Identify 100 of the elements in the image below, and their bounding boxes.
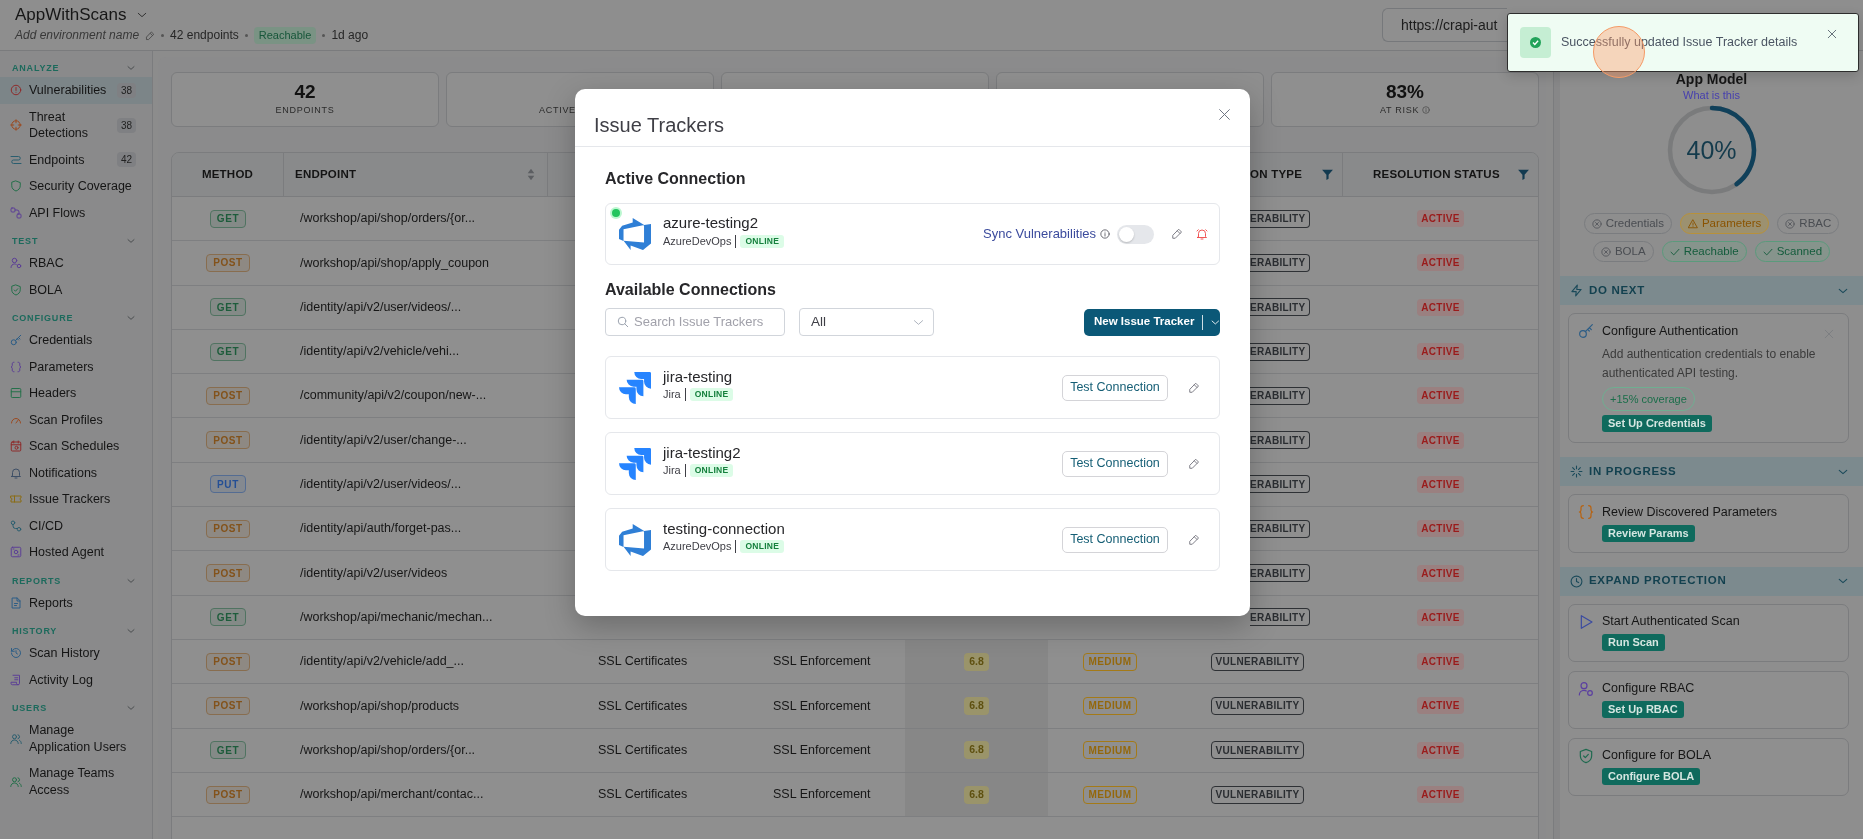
route-icon — [10, 153, 22, 166]
sidebar-item[interactable]: Scan Schedules — [0, 433, 152, 460]
filter-dropdown[interactable]: All — [799, 308, 934, 336]
coverage-percent: 40% — [1686, 136, 1737, 164]
flow-icon — [10, 206, 22, 219]
sidebar-item[interactable]: Hosted Agent — [0, 539, 152, 566]
method-badge: POST — [206, 696, 250, 715]
status-badge: ACTIVE — [1417, 741, 1464, 759]
shield-icon — [10, 180, 22, 193]
section-header[interactable]: EXPAND PROTECTION — [1560, 566, 1863, 596]
pencil-icon — [145, 30, 156, 41]
filter-icon[interactable] — [1517, 168, 1530, 181]
stat-value: 42 — [294, 81, 316, 103]
sidebar-item[interactable]: Threat Detections 38 — [0, 103, 152, 147]
sync-toggle[interactable] — [1117, 224, 1154, 244]
play-icon — [1578, 613, 1594, 630]
check-icon — [1669, 246, 1680, 257]
sidebar-item[interactable]: Scan Profiles — [0, 406, 152, 433]
count-badge: 42 — [116, 152, 136, 168]
endpoint-path: /identity/api/v2/vehicle/add_... — [300, 653, 464, 671]
alert-button[interactable] — [1196, 228, 1208, 240]
severity-badge: MEDIUM — [1082, 696, 1138, 715]
action-button[interactable]: Run Scan — [1602, 634, 1665, 651]
count-badge: 38 — [116, 82, 136, 98]
sidebar-item[interactable]: API Flows — [0, 199, 152, 226]
test-connection-button[interactable]: Test Connection — [1062, 374, 1168, 401]
sidebar-item[interactable]: Reports — [0, 589, 152, 616]
app-switcher[interactable]: AppWithScans — [15, 4, 147, 26]
action-button[interactable]: Review Params — [1602, 524, 1695, 542]
test-connection-button[interactable]: Test Connection — [1062, 526, 1168, 553]
shield-check-icon — [10, 283, 22, 296]
column-header: ENDPOINT — [295, 166, 357, 182]
stat-value: 83% — [1386, 81, 1424, 103]
connection-name: testing-connection — [663, 519, 785, 538]
jira-logo-icon — [619, 447, 651, 480]
sidebar-item[interactable]: BOLA — [0, 276, 152, 303]
endpoint-path: /workshop/api/shop/orders/{or... — [300, 741, 476, 759]
sidebar-item[interactable]: CI/CD — [0, 512, 152, 539]
new-issue-tracker-button[interactable]: New Issue Tracker — [1084, 308, 1220, 336]
status-badge: ACTIVE — [1417, 564, 1464, 582]
close-button[interactable] — [1216, 106, 1232, 122]
method-badge: GET — [209, 342, 247, 361]
count-badge: 38 — [116, 117, 136, 133]
info-icon — [1100, 229, 1110, 239]
environment-name-button[interactable]: Add environment name — [15, 27, 156, 44]
sidebar-item[interactable]: Vulnerabilities 38 — [0, 77, 152, 104]
chevron-down-icon — [136, 10, 147, 20]
card-title: Configure RBAC — [1602, 680, 1695, 697]
endpoint-path: /identity/api/v2/user/videos/... — [300, 476, 462, 494]
alert-circle-icon — [10, 84, 22, 97]
sidebar-item[interactable]: Parameters — [0, 353, 152, 380]
sidebar-item[interactable]: Security Coverage — [0, 173, 152, 200]
edit-button[interactable] — [1188, 381, 1200, 394]
close-button[interactable] — [1827, 29, 1837, 39]
sidebar-item[interactable]: Manage Teams Access — [0, 760, 152, 803]
sidebar-item[interactable]: Notifications — [0, 459, 152, 486]
sidebar-item[interactable]: Manage Application Users — [0, 717, 152, 760]
edit-button[interactable] — [1171, 228, 1183, 240]
edit-button[interactable] — [1188, 533, 1200, 546]
card-title: Configure Authentication — [1602, 322, 1739, 340]
endpoint-path: /identity/api/auth/forget-pas... — [300, 520, 462, 538]
sidebar-item[interactable]: RBAC — [0, 250, 152, 277]
url-field[interactable]: https://crapi-aut — [1382, 8, 1507, 42]
endpoint-path: /workshop/api/shop/products — [300, 697, 460, 715]
ticket-icon — [10, 493, 22, 506]
dialog-title: Issue Trackers — [594, 113, 725, 137]
type-badge: VULNERABILITY — [1210, 741, 1305, 760]
action-button[interactable]: Set Up RBAC — [1602, 701, 1684, 718]
card-title: Configure for BOLA — [1602, 747, 1712, 764]
method-badge: POST — [206, 652, 250, 671]
check-name: SSL Enforcement — [773, 741, 871, 759]
user-cog-icon — [1578, 680, 1594, 697]
method-badge: POST — [206, 785, 250, 804]
filter-icon[interactable] — [1321, 168, 1334, 181]
endpoint-path: /identity/api/v2/user/videos — [300, 564, 448, 582]
sidebar-item[interactable]: Endpoints 42 — [0, 146, 152, 173]
provider-name: Jira — [663, 463, 681, 479]
bell-icon — [1196, 228, 1208, 240]
edit-button[interactable] — [1188, 457, 1200, 470]
action-button[interactable]: Set Up Credentials — [1602, 415, 1712, 432]
endpoint-count: 42 endpoints — [170, 27, 239, 44]
sort-icon[interactable] — [527, 168, 535, 181]
sidebar-item[interactable]: Issue Trackers — [0, 486, 152, 513]
action-button[interactable]: Configure BOLA — [1602, 768, 1701, 785]
type-badge: VULNERABILITY — [1210, 696, 1305, 715]
chevron-down-icon — [1211, 317, 1220, 327]
close-icon — [1827, 29, 1837, 39]
section-header[interactable]: DO NEXT — [1560, 276, 1863, 305]
category-text: SSL Certificates — [598, 786, 688, 804]
panel-title: App Model — [1675, 70, 1748, 88]
connection-name: jira-testing — [663, 367, 734, 386]
score-badge: 6.8 — [964, 741, 989, 760]
sidebar-item[interactable]: Scan History — [0, 640, 152, 667]
test-connection-button[interactable]: Test Connection — [1062, 450, 1168, 477]
method-badge: GET — [209, 608, 247, 627]
sidebar-item[interactable]: Headers — [0, 380, 152, 407]
sidebar-item[interactable]: Credentials — [0, 327, 152, 354]
sidebar-item[interactable]: Activity Log — [0, 666, 152, 693]
status-badge: ACTIVE — [1417, 431, 1464, 449]
section-header[interactable]: IN PROGRESS — [1560, 457, 1863, 486]
